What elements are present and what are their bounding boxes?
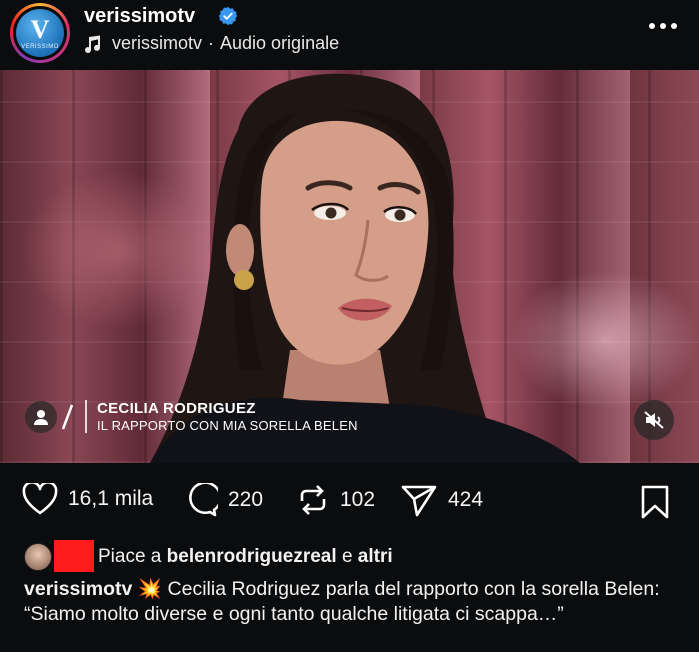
- action-bar: 16,1 mila 220 102 424: [0, 463, 699, 541]
- audio-separator: ·: [208, 33, 215, 53]
- share-action[interactable]: 424: [400, 483, 483, 517]
- repost-count: 102: [340, 488, 376, 511]
- comment-icon[interactable]: [184, 483, 218, 517]
- like-count: 16,1 mila: [68, 487, 154, 510]
- like-action[interactable]: 16,1 mila: [22, 483, 153, 515]
- liked-by-row[interactable]: Piace a belenrodriguezreal e altri: [24, 540, 393, 572]
- lower-third: CECILIA RODRIGUEZ IL RAPPORTO CON MIA SO…: [25, 400, 358, 433]
- liked-by-others[interactable]: altri: [358, 546, 393, 568]
- audio-attribution[interactable]: verissimotv · Audio originale: [84, 33, 339, 54]
- mute-toggle-button[interactable]: [634, 400, 674, 440]
- divider-slash-icon: [61, 404, 74, 429]
- post-caption: verissimotv 💥 Cecilia Rodriguez parla de…: [24, 577, 674, 627]
- liker-avatar: [24, 543, 52, 571]
- comment-count: 220: [228, 488, 264, 511]
- reel-video[interactable]: CECILIA RODRIGUEZ IL RAPPORTO CON MIA SO…: [0, 70, 699, 463]
- share-count: 424: [448, 488, 484, 511]
- share-icon[interactable]: [400, 483, 438, 517]
- liked-by-user[interactable]: belenrodriguezreal: [167, 546, 337, 568]
- music-note-icon: [85, 35, 100, 53]
- redacted-avatar: [54, 540, 94, 572]
- audio-user: verissimotv: [112, 33, 203, 53]
- muted-speaker-icon: [644, 411, 664, 429]
- audio-label: Audio originale: [220, 33, 340, 53]
- comment-action[interactable]: 220: [184, 483, 263, 517]
- bookmark-icon[interactable]: [640, 485, 670, 519]
- liked-by-connector: e: [341, 546, 353, 567]
- lower-third-name: CECILIA RODRIGUEZ: [97, 400, 256, 417]
- verissimo-logo: V VERISSIMO: [16, 9, 64, 57]
- post-header: V VERISSIMO verissimotv verissimotv · Au…: [0, 0, 699, 70]
- caption-emoji: 💥: [137, 578, 163, 600]
- repost-action[interactable]: 102: [296, 483, 375, 517]
- avatar-logo-subtext: VERISSIMO: [21, 43, 59, 50]
- person-icon: [25, 400, 57, 433]
- username[interactable]: verissimotv: [84, 5, 195, 28]
- avatar-logo-letter: V: [30, 14, 50, 44]
- repost-icon[interactable]: [296, 483, 330, 517]
- liked-by-prefix: Piace a: [98, 546, 162, 567]
- verified-badge-icon: [218, 6, 238, 26]
- caption-username[interactable]: verissimotv: [24, 578, 132, 600]
- lower-third-subtitle: IL RAPPORTO CON MIA SORELLA BELEN: [97, 418, 358, 433]
- heart-icon[interactable]: [22, 483, 58, 515]
- profile-avatar[interactable]: V VERISSIMO: [10, 3, 70, 63]
- more-options-icon[interactable]: [648, 20, 678, 32]
